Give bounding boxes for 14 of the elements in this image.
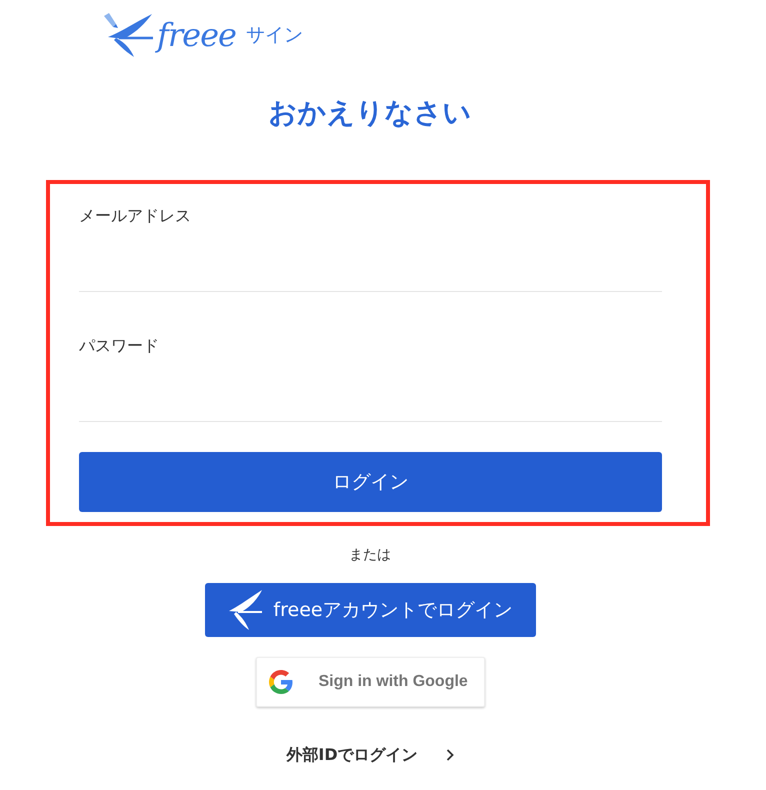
separator-text: または: [349, 546, 391, 565]
field-label: メールアドレス: [79, 205, 191, 227]
field-label: パスワード: [79, 335, 159, 357]
chevron-right-icon: [446, 749, 454, 761]
freee-login-button[interactable]: freeeアカウントでログイン: [204, 583, 536, 637]
page-heading: おかえりなさい: [268, 95, 472, 131]
logo-wordmark: freee: [157, 14, 236, 54]
bird-pen-icon: [103, 12, 153, 58]
google-g-icon: [268, 670, 292, 694]
bird-icon: [227, 589, 264, 631]
login-button[interactable]: ログイン: [79, 452, 662, 512]
external-id-login-link[interactable]: 外部IDでログイン: [286, 743, 454, 767]
google-sign-in-button[interactable]: Sign in with Google: [256, 657, 484, 707]
product-name: サイン: [246, 22, 303, 48]
